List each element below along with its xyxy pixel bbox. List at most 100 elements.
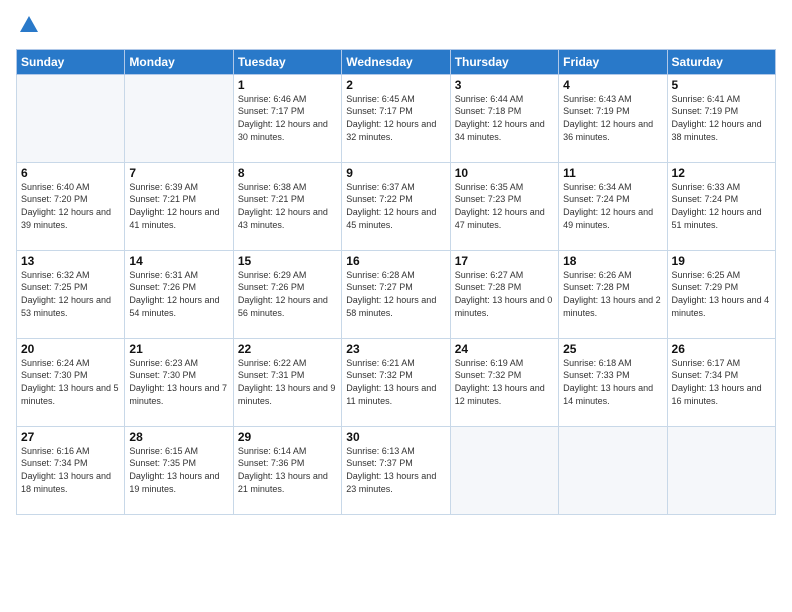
day-info: Sunrise: 6:39 AM Sunset: 7:21 PM Dayligh…	[129, 181, 228, 231]
calendar-cell: 19Sunrise: 6:25 AM Sunset: 7:29 PM Dayli…	[667, 250, 775, 338]
day-info: Sunrise: 6:19 AM Sunset: 7:32 PM Dayligh…	[455, 357, 554, 407]
calendar-cell: 2Sunrise: 6:45 AM Sunset: 7:17 PM Daylig…	[342, 74, 450, 162]
day-number: 24	[455, 342, 554, 356]
calendar-cell	[450, 426, 558, 514]
calendar-cell: 17Sunrise: 6:27 AM Sunset: 7:28 PM Dayli…	[450, 250, 558, 338]
day-number: 11	[563, 166, 662, 180]
day-number: 28	[129, 430, 228, 444]
weekday-header-monday: Monday	[125, 49, 233, 74]
day-info: Sunrise: 6:43 AM Sunset: 7:19 PM Dayligh…	[563, 93, 662, 143]
calendar-cell: 26Sunrise: 6:17 AM Sunset: 7:34 PM Dayli…	[667, 338, 775, 426]
day-info: Sunrise: 6:13 AM Sunset: 7:37 PM Dayligh…	[346, 445, 445, 495]
weekday-header-saturday: Saturday	[667, 49, 775, 74]
day-info: Sunrise: 6:17 AM Sunset: 7:34 PM Dayligh…	[672, 357, 771, 407]
day-number: 5	[672, 78, 771, 92]
day-info: Sunrise: 6:18 AM Sunset: 7:33 PM Dayligh…	[563, 357, 662, 407]
calendar-cell: 16Sunrise: 6:28 AM Sunset: 7:27 PM Dayli…	[342, 250, 450, 338]
day-number: 26	[672, 342, 771, 356]
day-number: 23	[346, 342, 445, 356]
calendar-cell: 3Sunrise: 6:44 AM Sunset: 7:18 PM Daylig…	[450, 74, 558, 162]
weekday-header-friday: Friday	[559, 49, 667, 74]
calendar-cell: 9Sunrise: 6:37 AM Sunset: 7:22 PM Daylig…	[342, 162, 450, 250]
calendar-cell: 11Sunrise: 6:34 AM Sunset: 7:24 PM Dayli…	[559, 162, 667, 250]
calendar-cell: 15Sunrise: 6:29 AM Sunset: 7:26 PM Dayli…	[233, 250, 341, 338]
week-row-4: 20Sunrise: 6:24 AM Sunset: 7:30 PM Dayli…	[17, 338, 776, 426]
weekday-header-row: SundayMondayTuesdayWednesdayThursdayFrid…	[17, 49, 776, 74]
day-number: 7	[129, 166, 228, 180]
logo-icon	[18, 14, 40, 36]
week-row-5: 27Sunrise: 6:16 AM Sunset: 7:34 PM Dayli…	[17, 426, 776, 514]
calendar-cell: 25Sunrise: 6:18 AM Sunset: 7:33 PM Dayli…	[559, 338, 667, 426]
calendar-cell: 7Sunrise: 6:39 AM Sunset: 7:21 PM Daylig…	[125, 162, 233, 250]
logo-text	[16, 14, 40, 41]
calendar-cell: 27Sunrise: 6:16 AM Sunset: 7:34 PM Dayli…	[17, 426, 125, 514]
week-row-3: 13Sunrise: 6:32 AM Sunset: 7:25 PM Dayli…	[17, 250, 776, 338]
calendar: SundayMondayTuesdayWednesdayThursdayFrid…	[16, 49, 776, 515]
calendar-cell: 5Sunrise: 6:41 AM Sunset: 7:19 PM Daylig…	[667, 74, 775, 162]
day-info: Sunrise: 6:44 AM Sunset: 7:18 PM Dayligh…	[455, 93, 554, 143]
week-row-1: 1Sunrise: 6:46 AM Sunset: 7:17 PM Daylig…	[17, 74, 776, 162]
calendar-cell: 22Sunrise: 6:22 AM Sunset: 7:31 PM Dayli…	[233, 338, 341, 426]
day-number: 2	[346, 78, 445, 92]
day-number: 9	[346, 166, 445, 180]
day-info: Sunrise: 6:40 AM Sunset: 7:20 PM Dayligh…	[21, 181, 120, 231]
weekday-header-sunday: Sunday	[17, 49, 125, 74]
week-row-2: 6Sunrise: 6:40 AM Sunset: 7:20 PM Daylig…	[17, 162, 776, 250]
day-number: 18	[563, 254, 662, 268]
day-info: Sunrise: 6:28 AM Sunset: 7:27 PM Dayligh…	[346, 269, 445, 319]
day-info: Sunrise: 6:24 AM Sunset: 7:30 PM Dayligh…	[21, 357, 120, 407]
calendar-cell: 28Sunrise: 6:15 AM Sunset: 7:35 PM Dayli…	[125, 426, 233, 514]
day-number: 1	[238, 78, 337, 92]
day-number: 14	[129, 254, 228, 268]
logo	[16, 14, 40, 41]
day-number: 29	[238, 430, 337, 444]
header	[16, 10, 776, 41]
day-number: 10	[455, 166, 554, 180]
calendar-cell: 1Sunrise: 6:46 AM Sunset: 7:17 PM Daylig…	[233, 74, 341, 162]
calendar-cell: 18Sunrise: 6:26 AM Sunset: 7:28 PM Dayli…	[559, 250, 667, 338]
calendar-cell: 8Sunrise: 6:38 AM Sunset: 7:21 PM Daylig…	[233, 162, 341, 250]
weekday-header-thursday: Thursday	[450, 49, 558, 74]
day-number: 12	[672, 166, 771, 180]
day-info: Sunrise: 6:21 AM Sunset: 7:32 PM Dayligh…	[346, 357, 445, 407]
calendar-cell: 29Sunrise: 6:14 AM Sunset: 7:36 PM Dayli…	[233, 426, 341, 514]
calendar-cell: 12Sunrise: 6:33 AM Sunset: 7:24 PM Dayli…	[667, 162, 775, 250]
calendar-cell: 30Sunrise: 6:13 AM Sunset: 7:37 PM Dayli…	[342, 426, 450, 514]
calendar-cell: 6Sunrise: 6:40 AM Sunset: 7:20 PM Daylig…	[17, 162, 125, 250]
day-number: 20	[21, 342, 120, 356]
calendar-cell	[667, 426, 775, 514]
day-info: Sunrise: 6:25 AM Sunset: 7:29 PM Dayligh…	[672, 269, 771, 319]
day-info: Sunrise: 6:16 AM Sunset: 7:34 PM Dayligh…	[21, 445, 120, 495]
day-info: Sunrise: 6:41 AM Sunset: 7:19 PM Dayligh…	[672, 93, 771, 143]
day-info: Sunrise: 6:31 AM Sunset: 7:26 PM Dayligh…	[129, 269, 228, 319]
day-number: 3	[455, 78, 554, 92]
calendar-cell: 10Sunrise: 6:35 AM Sunset: 7:23 PM Dayli…	[450, 162, 558, 250]
day-number: 22	[238, 342, 337, 356]
day-info: Sunrise: 6:27 AM Sunset: 7:28 PM Dayligh…	[455, 269, 554, 319]
day-number: 19	[672, 254, 771, 268]
day-number: 13	[21, 254, 120, 268]
day-info: Sunrise: 6:33 AM Sunset: 7:24 PM Dayligh…	[672, 181, 771, 231]
calendar-cell: 14Sunrise: 6:31 AM Sunset: 7:26 PM Dayli…	[125, 250, 233, 338]
day-info: Sunrise: 6:38 AM Sunset: 7:21 PM Dayligh…	[238, 181, 337, 231]
calendar-cell: 23Sunrise: 6:21 AM Sunset: 7:32 PM Dayli…	[342, 338, 450, 426]
day-info: Sunrise: 6:45 AM Sunset: 7:17 PM Dayligh…	[346, 93, 445, 143]
day-info: Sunrise: 6:26 AM Sunset: 7:28 PM Dayligh…	[563, 269, 662, 319]
day-info: Sunrise: 6:22 AM Sunset: 7:31 PM Dayligh…	[238, 357, 337, 407]
day-info: Sunrise: 6:15 AM Sunset: 7:35 PM Dayligh…	[129, 445, 228, 495]
weekday-header-wednesday: Wednesday	[342, 49, 450, 74]
calendar-cell: 20Sunrise: 6:24 AM Sunset: 7:30 PM Dayli…	[17, 338, 125, 426]
day-info: Sunrise: 6:37 AM Sunset: 7:22 PM Dayligh…	[346, 181, 445, 231]
day-number: 8	[238, 166, 337, 180]
weekday-header-tuesday: Tuesday	[233, 49, 341, 74]
calendar-cell: 13Sunrise: 6:32 AM Sunset: 7:25 PM Dayli…	[17, 250, 125, 338]
day-number: 21	[129, 342, 228, 356]
day-info: Sunrise: 6:14 AM Sunset: 7:36 PM Dayligh…	[238, 445, 337, 495]
day-info: Sunrise: 6:29 AM Sunset: 7:26 PM Dayligh…	[238, 269, 337, 319]
day-info: Sunrise: 6:34 AM Sunset: 7:24 PM Dayligh…	[563, 181, 662, 231]
day-number: 30	[346, 430, 445, 444]
day-number: 6	[21, 166, 120, 180]
day-info: Sunrise: 6:23 AM Sunset: 7:30 PM Dayligh…	[129, 357, 228, 407]
calendar-cell: 24Sunrise: 6:19 AM Sunset: 7:32 PM Dayli…	[450, 338, 558, 426]
day-info: Sunrise: 6:35 AM Sunset: 7:23 PM Dayligh…	[455, 181, 554, 231]
